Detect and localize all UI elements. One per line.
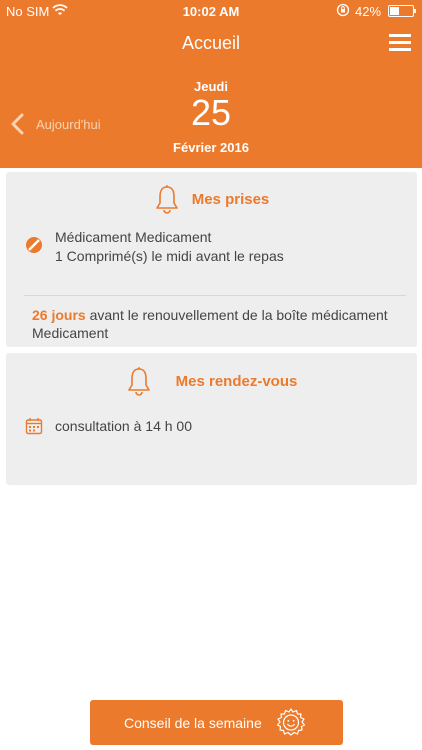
prises-card[interactable]: Mes prises Médicament Medicament 1 Compr… (6, 172, 417, 347)
prises-header: Mes prises (6, 184, 417, 214)
bell-icon (155, 185, 178, 214)
renewal-notice: 26 jours avant le renouvellement de la b… (32, 306, 402, 342)
rotation-lock-icon (336, 3, 350, 20)
divider (24, 295, 406, 296)
month-year-label: Février 2016 (173, 140, 249, 155)
appointment-text: consultation à 14 h 00 (55, 418, 192, 434)
medication-name: Médicament Medicament (55, 229, 212, 245)
rendezvous-card[interactable]: Mes rendez-vous consultation à 14 h 00 (6, 353, 417, 485)
battery-icon (388, 5, 416, 17)
rendezvous-header: Mes rendez-vous (6, 365, 417, 397)
renewal-text: avant le renouvellement de la boîte médi… (32, 307, 388, 341)
pill-icon (26, 237, 42, 253)
bell-icon (127, 367, 150, 396)
calendar-icon (25, 418, 43, 435)
sun-smiley-icon (276, 708, 306, 736)
prises-title: Mes prises (191, 190, 270, 208)
rendezvous-title: Mes rendez-vous (175, 372, 298, 390)
status-bar: No SIM 10:02 AM 42% (0, 0, 422, 22)
day-number: 25 (190, 92, 232, 133)
header: Accueil Aujourd'hui Jeudi 25 Février 201… (0, 22, 422, 168)
medication-dosage: 1 Comprimé(s) le midi avant le repas (55, 248, 284, 264)
renewal-days: 26 jours (32, 307, 86, 323)
weekly-tip-label: Conseil de la semaine (124, 715, 262, 731)
weekly-tip-button[interactable]: Conseil de la semaine (90, 700, 343, 745)
page-title: Accueil (181, 33, 241, 53)
menu-icon[interactable] (389, 34, 411, 52)
battery-percentage: 42% (355, 4, 382, 19)
